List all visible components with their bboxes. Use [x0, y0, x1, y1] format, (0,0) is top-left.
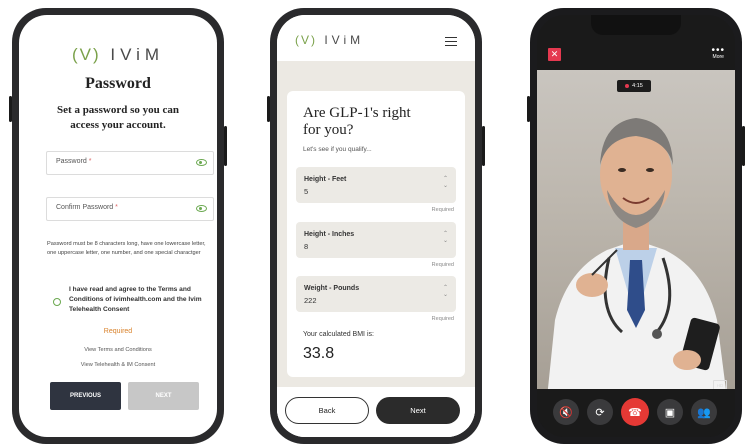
height-feet-select[interactable]: Height - Feet 5 ⌃ ⌄	[296, 167, 456, 203]
close-button[interactable]: ✕	[548, 48, 561, 61]
field-label: Height - Feet	[304, 176, 347, 183]
participants-icon[interactable]: 👥	[691, 399, 717, 425]
volume-button	[267, 96, 270, 122]
qualify-card: Are GLP-1's right for you? Let's see if …	[287, 91, 465, 377]
logo-text: IViM	[324, 33, 365, 47]
timer-text: 4:15	[632, 83, 643, 89]
password-screen: (V) IViM Password Set a password so you …	[19, 15, 217, 437]
bmi-screen: (V) IViM Are GLP-1's right for you? Let'…	[277, 15, 475, 437]
volume-button	[9, 96, 12, 122]
chevron-updown-icon[interactable]: ⌃ ⌄	[443, 176, 448, 190]
page-title: Password	[85, 75, 151, 92]
mute-icon[interactable]: 🔇	[553, 399, 579, 425]
video-call-screen: ✕ ••• More 4:15 HD 🔇 ⟳ ☎ ▣ 👥	[537, 15, 735, 437]
title-line: for you?	[303, 122, 354, 138]
consent-radio[interactable]	[53, 298, 61, 306]
video-off-icon[interactable]: ▣	[657, 399, 683, 425]
phone-video-call: ✕ ••• More 4:15 HD 🔇 ⟳ ☎ ▣ 👥	[527, 8, 745, 444]
end-call-icon[interactable]: ☎	[621, 398, 649, 426]
password-hint: Password must be 8 characters long, have…	[47, 241, 206, 256]
back-button[interactable]: Back	[285, 397, 369, 424]
chevron-updown-icon[interactable]: ⌃ ⌄	[443, 285, 448, 299]
more-button[interactable]: ••• More	[711, 46, 725, 61]
power-button	[742, 126, 745, 166]
next-button[interactable]: NEXT	[128, 382, 199, 410]
consent-checkbox-row[interactable]: I have read and agree to the Terms and C…	[53, 285, 213, 315]
weight-pounds-select[interactable]: Weight - Pounds 222 ⌃ ⌄	[296, 276, 456, 312]
phone-bmi: (V) IViM Are GLP-1's right for you? Let'…	[267, 8, 485, 444]
call-timer: 4:15	[617, 80, 651, 92]
phone-password: (V) IViM Password Set a password so you …	[9, 8, 227, 444]
required-text: Required	[103, 328, 133, 335]
chevron-updown-icon[interactable]: ⌃ ⌄	[443, 231, 448, 245]
confirm-password-field[interactable]: Confirm Password *	[46, 197, 214, 221]
logo-mark: (V)	[71, 45, 101, 64]
field-label: Weight - Pounds	[304, 285, 360, 292]
required-text: Required	[431, 262, 454, 268]
more-label: More	[712, 54, 724, 60]
eye-icon[interactable]	[196, 159, 207, 166]
eye-icon[interactable]	[196, 205, 207, 212]
power-button	[482, 126, 485, 166]
footer-nav: Back Next	[277, 387, 475, 437]
power-button	[224, 126, 227, 166]
password-field[interactable]: Password *	[46, 151, 214, 175]
logo-mark: (V)	[295, 33, 317, 47]
field-label: Height - Inches	[304, 231, 355, 238]
call-controls: 🔇 ⟳ ☎ ▣ 👥	[537, 389, 735, 437]
height-inches-select[interactable]: Height - Inches 8 ⌃ ⌄	[296, 222, 456, 258]
card-title: Are GLP-1's right for you?	[303, 105, 411, 139]
consent-link[interactable]: View Telehealth & IM Consent	[19, 362, 217, 368]
logo: (V) IViM	[19, 45, 217, 65]
bmi-value: 33.8	[303, 345, 335, 362]
menu-icon[interactable]	[445, 37, 457, 46]
field-value: 8	[304, 242, 309, 251]
logo: (V) IViM	[295, 33, 364, 47]
switch-camera-icon[interactable]: ⟳	[587, 399, 613, 425]
card-subtitle: Let's see if you qualify...	[303, 146, 372, 153]
field-value: 5	[304, 187, 309, 196]
field-value: 222	[304, 296, 317, 305]
volume-button	[527, 96, 530, 122]
logo-text: IViM	[110, 45, 165, 64]
form-area: Are GLP-1's right for you? Let's see if …	[277, 61, 475, 437]
required-text: Required	[431, 316, 454, 322]
doctor-video-image	[547, 118, 727, 398]
notch	[591, 15, 681, 35]
bmi-label: Your calculated BMI is:	[303, 331, 374, 338]
confirm-password-label: Confirm Password *	[56, 204, 118, 211]
subtitle-line: Set a password so you can	[57, 104, 179, 116]
previous-button[interactable]: PREVIOUS	[50, 382, 121, 410]
terms-link[interactable]: View Terms and Conditions	[19, 347, 217, 353]
subtitle-line: access your account.	[70, 119, 166, 131]
page-subtitle: Set a password so you can access your ac…	[19, 103, 217, 133]
app-header: (V) IViM	[277, 15, 475, 61]
consent-text: I have read and agree to the Terms and C…	[69, 286, 202, 313]
next-button[interactable]: Next	[376, 397, 460, 424]
title-line: Are GLP-1's right	[303, 105, 411, 121]
password-label: Password *	[56, 158, 92, 165]
required-text: Required	[431, 207, 454, 213]
remote-video: 4:15 HD	[537, 70, 735, 398]
recording-dot-icon	[625, 84, 630, 88]
